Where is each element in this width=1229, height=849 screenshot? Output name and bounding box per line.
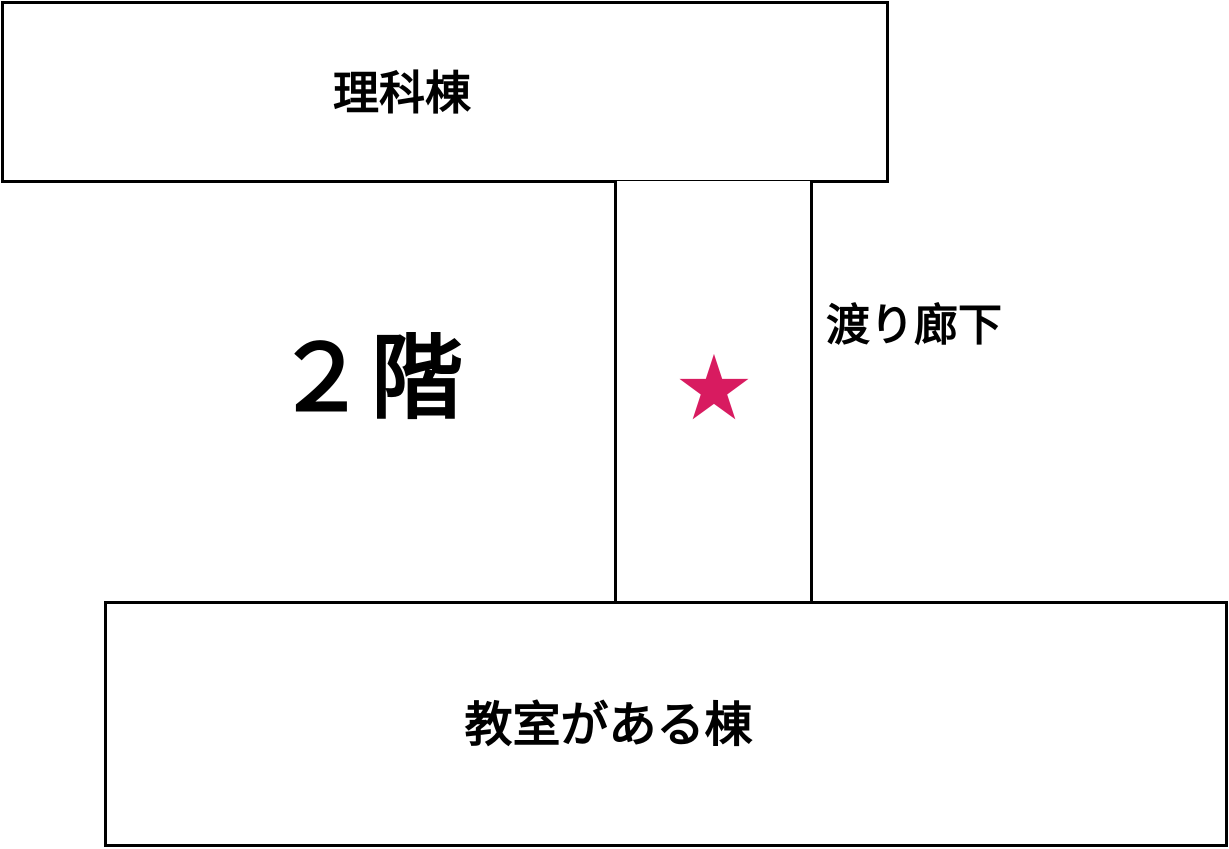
corridor-label: 渡り廊下 <box>826 300 1002 351</box>
floor-map: 理科棟 教室がある棟 ２階 渡り廊下 ★ <box>0 0 1229 849</box>
science-building-label: 理科棟 <box>333 66 471 120</box>
floor-label: ２階 <box>275 324 468 432</box>
classroom-building-label: 教室がある棟 <box>464 697 753 753</box>
location-star-icon: ★ <box>673 336 755 441</box>
science-building: 理科棟 <box>1 1 889 183</box>
classroom-building: 教室がある棟 <box>104 601 1228 847</box>
